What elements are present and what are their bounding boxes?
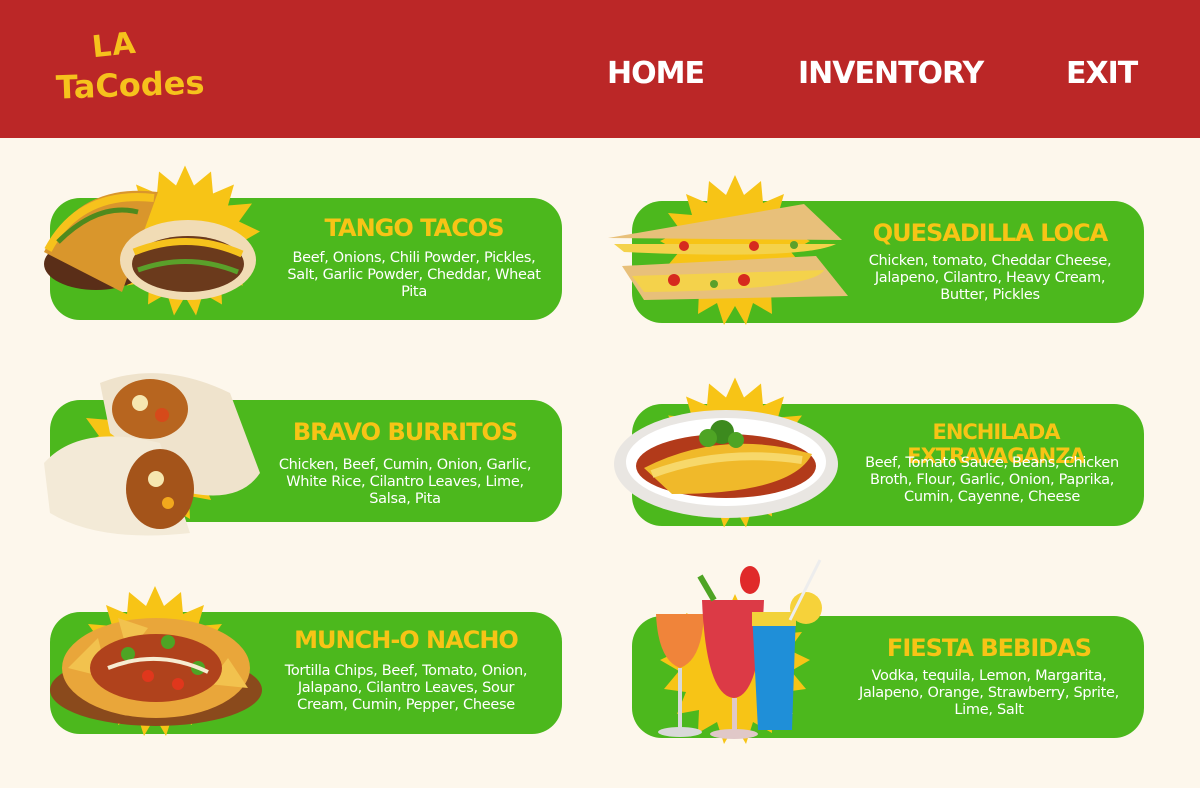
nachos-icon (50, 618, 262, 726)
card-title: BRAVO BURRITOS (292, 418, 518, 446)
card-title: QUESADILLA LOCA (872, 219, 1109, 247)
burrito-icon (44, 373, 260, 536)
card-description: Tortilla Chips, Beef, Tomato, Onion, Jal… (284, 663, 528, 713)
card-description: Chicken, Beef, Cumin, Onion, Garlic, Whi… (278, 457, 532, 507)
card-description: Chicken, tomato, Cheddar Cheese, Jalapen… (868, 253, 1112, 303)
card-description: Vodka, tequila, Lemon, Margarita, Jalape… (859, 668, 1119, 718)
card-title: FIESTA BEBIDAS (886, 634, 1092, 662)
card-title: TANGO TACOS (324, 214, 504, 242)
card-description: Beef, Tomato Sauce, Beans, Chicken Broth… (865, 455, 1119, 505)
cocktails-icon (656, 559, 822, 739)
taco-icon (44, 190, 256, 300)
nav-inventory[interactable]: INVENTORY (798, 56, 984, 91)
header-bar: LA TaCodes HOME INVENTORY EXIT (0, 0, 1200, 138)
enchilada-icon (614, 410, 838, 518)
quesadilla-icon (608, 204, 848, 300)
card-description: Beef, Onions, Chili Powder, Pickles, Sal… (287, 250, 541, 300)
nav-exit[interactable]: EXIT (1066, 56, 1138, 91)
card-title: MUNCH-O NACHO (294, 626, 519, 654)
nav-home[interactable]: HOME (607, 56, 705, 91)
logo-line-1: LA (90, 25, 139, 66)
brand-logo[interactable]: LA TaCodes (52, 25, 222, 112)
logo-line-2: TaCodes (55, 63, 206, 107)
